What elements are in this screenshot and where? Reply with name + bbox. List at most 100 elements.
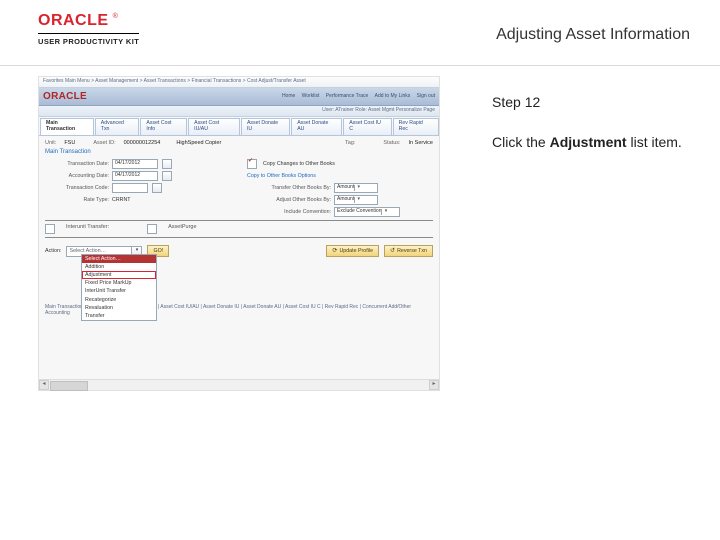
link-home[interactable]: Home — [282, 93, 295, 99]
calendar-icon-2[interactable] — [162, 171, 172, 181]
brand-rule — [38, 33, 139, 34]
body: Favorites Main Menu > Asset Management >… — [0, 66, 720, 391]
transfer-value: Amount — [337, 185, 354, 191]
calendar-icon[interactable] — [162, 159, 172, 169]
app-top-links: Home Worklist Performance Trace Add to M… — [277, 94, 435, 100]
row-adjust-other: Adjust Other Books By: Amount ▾ — [247, 195, 441, 205]
rule-1 — [45, 220, 433, 221]
row-include-conv: Include Convention: Exclude Convention ▾ — [247, 207, 441, 217]
tab-rev-rapid-rec[interactable]: Rev Rapid Rec — [393, 118, 439, 135]
copy-section-hdr: Copy to Other Books Options — [247, 171, 441, 181]
tab-asset-donate-au[interactable]: Asset Donate AU — [291, 118, 342, 135]
row-acctg-date: Accounting Date: 04/17/2012 — [45, 171, 239, 181]
asset-desc: HighSpeed Copier — [176, 140, 221, 146]
purge-label: AssetPurge — [168, 224, 196, 234]
transfer-label: Transfer Other Books By: — [247, 185, 331, 191]
include-label: Include Convention: — [247, 209, 331, 215]
option-fixed-price[interactable]: Fixed Price MarkUp — [82, 279, 156, 287]
option-interunit-transfer[interactable]: InterUnit Transfer — [82, 287, 156, 295]
scroll-left-icon[interactable]: ◂ — [39, 380, 49, 390]
screenshot-column: Favorites Main Menu > Asset Management >… — [0, 66, 468, 391]
status-value: In Service — [409, 140, 433, 146]
user-line: User: ATrainer Role: Asset Mgmt Personal… — [39, 106, 439, 117]
trans-date-field[interactable]: 04/17/2012 — [112, 159, 158, 169]
chevron-down-icon-2[interactable]: ▾ — [354, 197, 362, 203]
instruction: Click the Adjustment list item. — [492, 134, 690, 150]
tab-asset-cost-info[interactable]: Asset Cost Info — [140, 118, 187, 135]
purge-checkbox[interactable] — [147, 224, 157, 234]
tab-advanced-txn[interactable]: Advanced Txn — [95, 118, 140, 135]
refresh-icon: ⟳ — [332, 248, 337, 255]
tab-asset-cost-iuc[interactable]: Asset Cost IU C — [343, 118, 391, 135]
action-toolbar: Action: Select Action… ▾ GO! ⟳ Update Pr… — [39, 243, 439, 259]
asset-id-label: Asset ID: — [93, 140, 115, 146]
option-addition[interactable]: Addition — [82, 263, 156, 271]
update-profile-button[interactable]: ⟳ Update Profile — [326, 245, 379, 257]
step-label: Step 12 — [492, 94, 690, 110]
unit-value: FSU — [64, 140, 75, 146]
header: ORACLE ® USER PRODUCTIVITY KIT Adjusting… — [0, 0, 720, 49]
instruction-post: list item. — [627, 134, 682, 150]
tab-main-transaction[interactable]: Main Transaction — [40, 118, 94, 135]
page-title: Adjusting Asset Information — [496, 26, 690, 44]
option-transfer[interactable]: Transfer — [82, 312, 156, 320]
action-dropdown: Select Action… Addition Adjustment Fixed… — [81, 254, 157, 321]
brand-word: ORACLE — [38, 12, 109, 30]
option-recategorize[interactable]: Recategorize — [82, 296, 156, 304]
adjust-value: Amount — [337, 197, 354, 203]
row-transfer-other: Transfer Other Books By: Amount ▾ — [247, 183, 441, 193]
copy-checkbox[interactable] — [247, 159, 257, 169]
asset-id-value: 000000012254 — [124, 140, 161, 146]
acctg-date-label: Accounting Date: — [45, 173, 109, 179]
transfer-field[interactable]: Amount ▾ — [334, 183, 378, 193]
app-whitespace — [39, 319, 439, 379]
instruction-column: Step 12 Click the Adjustment list item. — [468, 66, 720, 391]
option-adjustment[interactable]: Adjustment — [82, 271, 156, 279]
chevron-down-icon-3[interactable]: ▾ — [381, 209, 389, 215]
tab-asset-cost-iuau[interactable]: Asset Cost IU/AU — [188, 118, 240, 135]
brand-subtitle: USER PRODUCTIVITY KIT — [38, 37, 139, 46]
page: ORACLE ® USER PRODUCTIVITY KIT Adjusting… — [0, 0, 720, 540]
lookup-icon[interactable] — [152, 183, 162, 193]
asset-summary: Unit: FSU Asset ID: 000000012254 HighSpe… — [39, 136, 439, 243]
row-trans-date: Transaction Date: 04/17/2012 — [45, 159, 239, 169]
include-value: Exclude Convention — [337, 209, 381, 215]
app-logo-word: ORACLE — [43, 91, 87, 103]
link-signout[interactable]: Sign out — [417, 93, 435, 99]
include-field[interactable]: Exclude Convention ▾ — [334, 207, 400, 217]
form-grid: Transaction Date: 04/17/2012 Copy Change… — [45, 159, 433, 217]
status-label: Status: — [383, 140, 400, 146]
row-rate-type: Rate Type: CRRNT — [45, 195, 239, 205]
instruction-bold: Adjustment — [550, 134, 627, 150]
interunit-label: Interunit Transfer: — [66, 224, 109, 234]
link-perf-trace[interactable]: Performance Trace — [326, 93, 369, 99]
tab-strip: Main Transaction Advanced Txn Asset Cost… — [39, 117, 439, 136]
scroll-thumb[interactable] — [50, 381, 88, 391]
acctg-date-field[interactable]: 04/17/2012 — [112, 171, 158, 181]
app-logo-bar: ORACLE Home Worklist Performance Trace A… — [39, 88, 439, 107]
breadcrumb-bar: Favorites Main Menu > Asset Management >… — [39, 77, 439, 88]
scroll-right-icon[interactable]: ▸ — [429, 380, 439, 390]
embedded-app: Favorites Main Menu > Asset Management >… — [38, 76, 440, 391]
trans-code-field[interactable] — [112, 183, 148, 193]
section-header: Main Transaction — [45, 149, 433, 156]
breadcrumb-path: Favorites Main Menu > Asset Management >… — [43, 79, 306, 85]
undo-icon: ↺ — [390, 248, 395, 255]
adjust-field[interactable]: Amount ▾ — [334, 195, 378, 205]
row-spacer — [45, 207, 239, 217]
registered-mark: ® — [113, 13, 118, 20]
trans-code-label: Transaction Code: — [45, 185, 109, 191]
option-revaluation[interactable]: Revaluation — [82, 304, 156, 312]
rule-2 — [45, 237, 433, 238]
link-add-links[interactable]: Add to My Links — [375, 93, 411, 99]
row-trans-code: Transaction Code: — [45, 183, 239, 193]
interunit-checkbox[interactable] — [45, 224, 55, 234]
chevron-down-icon[interactable]: ▾ — [354, 185, 362, 191]
tab-asset-donate-iu[interactable]: Asset Donate IU — [241, 118, 290, 135]
dropdown-header: Select Action… — [82, 255, 156, 263]
action-label: Action: — [45, 248, 61, 254]
horizontal-scrollbar[interactable]: ◂ ▸ — [39, 379, 439, 390]
unit-label: Unit: — [45, 140, 56, 146]
link-worklist[interactable]: Worklist — [302, 93, 320, 99]
reverse-button[interactable]: ↺ Reverse Txn — [384, 245, 433, 257]
